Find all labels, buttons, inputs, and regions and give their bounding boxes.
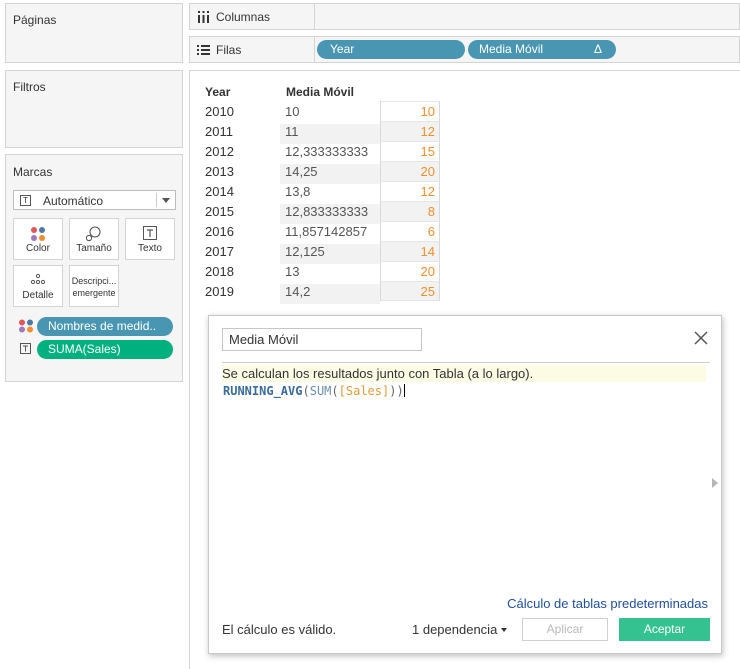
calculation-hint: Se calculan los resultados junto con Tab…	[222, 365, 706, 382]
detail-button[interactable]: Detalle	[13, 265, 63, 307]
chevron-down-icon	[162, 198, 170, 203]
year-pill[interactable]: Year	[317, 40, 465, 59]
year-cell: 2013	[205, 164, 234, 179]
calculation-editor-dialog: Se calculan los resultados junto con Tab…	[208, 315, 722, 654]
text-label: Texto	[138, 243, 162, 254]
sum-sales-cell[interactable]: 20	[380, 161, 440, 181]
close-icon[interactable]	[693, 330, 709, 346]
dependency-label: 1 dependencia	[412, 622, 498, 637]
default-table-calc-link[interactable]: Cálculo de tablas predeterminadas	[507, 596, 708, 611]
rows-label: Filas	[216, 43, 242, 57]
sum-sales-cell[interactable]: 10	[380, 101, 440, 121]
tooltip-button[interactable]: Descripci... emergente	[69, 265, 119, 307]
sum-sales-cell[interactable]: 8	[380, 201, 440, 221]
size-button[interactable]: Tamaño	[69, 218, 119, 260]
pages-title: Páginas	[13, 13, 57, 27]
text-button[interactable]: Texto	[125, 218, 175, 260]
columns-shelf[interactable]: Columnas	[189, 3, 740, 30]
detail-label: Detalle	[22, 290, 54, 301]
sum-sales-cell[interactable]: 25	[380, 281, 440, 301]
measure-names-pill[interactable]: Nombres de medid..	[37, 317, 173, 336]
sum-sales-pill[interactable]: SUMA(Sales)	[37, 340, 173, 359]
shelf-divider	[314, 4, 315, 29]
apply-button[interactable]: Aplicar	[522, 618, 608, 641]
dependency-dropdown[interactable]: 1 dependencia	[412, 622, 508, 637]
table-row: 2016 11,857142857 6	[199, 221, 440, 244]
expand-panel-arrow-icon[interactable]	[712, 478, 718, 488]
year-cell: 2011	[205, 124, 233, 139]
year-cell: 2019	[205, 284, 234, 299]
chevron-down-icon	[501, 628, 508, 632]
dropdown-separator	[156, 193, 157, 207]
color-label: Color	[26, 243, 50, 254]
size-label: Tamaño	[76, 243, 112, 254]
validation-status: El cálculo es válido.	[222, 622, 337, 637]
text-mark-icon: T	[20, 195, 31, 206]
year-cell: 2012	[205, 144, 234, 159]
avg-cell: 14,2	[280, 284, 380, 304]
table-row: 2015 12,833333333 8	[199, 201, 440, 224]
sum-sales-cell[interactable]: 14	[380, 241, 440, 261]
year-cell: 2016	[205, 224, 234, 239]
formula-paren-1: (	[302, 384, 310, 398]
rows-icon	[197, 45, 210, 55]
size-icon	[85, 226, 101, 242]
table-row: 2017 12,125 14	[199, 241, 440, 264]
editor-divider	[222, 362, 710, 363]
text-encoding-icon	[20, 343, 31, 354]
shelf-divider	[314, 37, 315, 62]
mark-type-label: Automático	[43, 194, 104, 208]
avg-column-header: Media Móvil	[286, 85, 355, 99]
sum-sales-cell[interactable]: 6	[380, 221, 440, 241]
tooltip-label-2: emergente	[72, 288, 116, 298]
formula-field: [Sales]	[338, 384, 390, 398]
color-encoding-icon	[19, 319, 33, 333]
rows-shelf[interactable]: Filas Year Media Móvil Δ	[189, 36, 740, 63]
ok-button[interactable]: Aceptar	[619, 618, 710, 641]
sum-sales-cell[interactable]: 12	[380, 181, 440, 201]
marks-title: Marcas	[13, 165, 53, 179]
columns-icon	[198, 11, 209, 23]
year-cell: 2018	[205, 264, 234, 279]
sum-sales-cell[interactable]: 20	[380, 261, 440, 281]
moving-average-pill-label: Media Móvil	[479, 42, 544, 56]
sum-sales-cell[interactable]: 15	[380, 141, 440, 161]
table-row: 2012 12,333333333 15	[199, 141, 440, 164]
pages-card[interactable]: Páginas	[5, 3, 183, 63]
marks-card: Marcas T Automático Color Tamaño Texto D…	[5, 154, 183, 382]
delta-icon: Δ	[594, 42, 603, 56]
tooltip-label-1: Descripci...	[71, 276, 117, 286]
year-column-header: Year	[205, 85, 231, 99]
text-icon	[143, 226, 157, 240]
calculation-name-input[interactable]	[222, 328, 422, 351]
year-cell: 2010	[205, 104, 234, 119]
table-row: 2011 11 12	[199, 121, 440, 144]
detail-icon	[30, 273, 46, 285]
mark-type-dropdown[interactable]: T Automático	[13, 190, 176, 210]
sum-sales-cell[interactable]: 12	[380, 121, 440, 141]
formula-function-outer: RUNNING_AVG	[223, 384, 303, 398]
filters-card[interactable]: Filtros	[5, 70, 183, 148]
color-icon	[31, 227, 45, 241]
table-row: 2019 14,2 25	[199, 281, 440, 304]
columns-label: Columnas	[216, 10, 271, 24]
filters-title: Filtros	[13, 80, 46, 94]
table-row: 2010 10 10	[199, 101, 440, 124]
table-row: 2014 13,8 12	[199, 181, 440, 204]
year-cell: 2017	[205, 244, 234, 259]
table-row: 2018 13 20	[199, 261, 440, 284]
moving-average-pill[interactable]: Media Móvil Δ	[468, 40, 616, 59]
formula-function-inner: SUM	[309, 384, 332, 398]
formula-paren-close: ))	[389, 384, 404, 398]
year-cell: 2014	[205, 184, 234, 199]
color-button[interactable]: Color	[13, 218, 63, 260]
table-row: 2013 14,25 20	[199, 161, 440, 184]
formula-editor[interactable]: RUNNING_AVG(SUM([Sales]))	[223, 383, 405, 399]
year-cell: 2015	[205, 204, 234, 219]
text-cursor	[403, 384, 405, 397]
formula-paren-2: (	[331, 384, 339, 398]
